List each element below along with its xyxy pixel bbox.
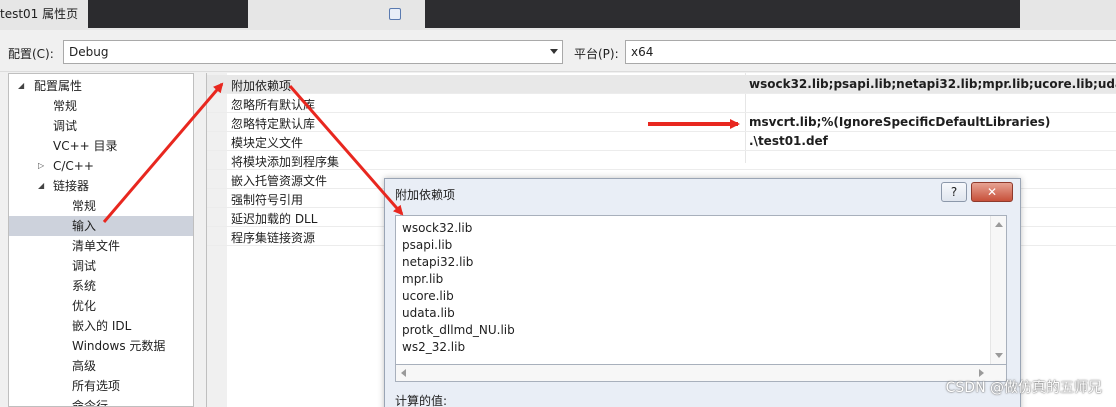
property-tree: ◢ 配置属性 常规 调试 VC++ 目录 ▷ C/C++ ◢ 链接器 常规 输入…	[8, 73, 194, 407]
expand-icon[interactable]: ◢	[18, 76, 24, 96]
platform-label: 平台(P):	[574, 47, 619, 61]
configuration-bar: 配置(C): Debug 平台(P): x64	[0, 30, 1116, 72]
tree-item-config-properties[interactable]: ◢ 配置属性	[9, 76, 193, 96]
tree-item-debugging[interactable]: 调试	[9, 116, 193, 136]
help-button[interactable]: ?	[941, 182, 967, 202]
tree-item-linker-general[interactable]: 常规	[9, 196, 193, 216]
config-dropdown[interactable]: Debug	[63, 40, 563, 64]
window-title: test01 属性页	[0, 7, 79, 21]
tree-item-windows-metadata[interactable]: Windows 元数据	[9, 336, 193, 356]
scroll-left-icon[interactable]	[401, 369, 406, 377]
tree-item-all-options[interactable]: 所有选项	[9, 376, 193, 396]
scroll-right-icon[interactable]	[979, 369, 984, 377]
tree-item-optimization[interactable]: 优化	[9, 296, 193, 316]
property-value[interactable]: msvcrt.lib;%(IgnoreSpecificDefaultLibrar…	[749, 115, 1050, 129]
background-window-strip-2	[425, 0, 1020, 28]
platform-dropdown-value: x64	[631, 45, 654, 59]
dialog-title: 附加依赖项	[395, 188, 456, 202]
property-value[interactable]: .\test01.def	[749, 134, 828, 148]
tree-item-linker-debugging[interactable]: 调试	[9, 256, 193, 276]
expand-icon[interactable]: ▷	[38, 156, 44, 176]
tree-item-linker[interactable]: ◢ 链接器	[9, 176, 193, 196]
config-label: 配置(C):	[8, 47, 54, 61]
property-row-ignore-specific-default-libs[interactable]: 忽略特定默认库 msvcrt.lib;%(IgnoreSpecificDefau…	[207, 113, 1116, 132]
additional-dependencies-dialog: 附加依赖项 ? ✕ wsock32.lib psapi.lib netapi32…	[384, 178, 1021, 407]
dependency-line: protk_dllmd_NU.lib	[402, 323, 515, 337]
tree-item-general[interactable]: 常规	[9, 96, 193, 116]
dependency-line: psapi.lib	[402, 238, 453, 252]
dependency-line: wsock32.lib	[402, 221, 473, 235]
collapse-icon[interactable]: ◢	[38, 176, 44, 196]
window-titlebar: test01 属性页	[0, 0, 1116, 30]
dependency-line: mpr.lib	[402, 272, 444, 286]
scroll-up-icon[interactable]	[995, 222, 1003, 227]
dependency-line: udata.lib	[402, 306, 455, 320]
property-row-ignore-all-default-libs[interactable]: 忽略所有默认库	[207, 94, 1116, 113]
close-button[interactable]: ✕	[971, 182, 1013, 202]
background-window-strip	[88, 0, 248, 28]
property-row-module-definition-file[interactable]: 模块定义文件 .\test01.def	[207, 132, 1116, 151]
horizontal-scrollbar[interactable]	[395, 365, 1007, 382]
tree-item-system[interactable]: 系统	[9, 276, 193, 296]
tree-item-embedded-idl[interactable]: 嵌入的 IDL	[9, 316, 193, 336]
tree-item-advanced[interactable]: 高级	[9, 356, 193, 376]
tree-item-command-line[interactable]: 命令行	[9, 396, 193, 406]
dependency-line: ws2_32.lib	[402, 340, 466, 354]
tree-item-manifest[interactable]: 清单文件	[9, 236, 193, 256]
dependencies-textbox[interactable]: wsock32.lib psapi.lib netapi32.lib mpr.l…	[395, 215, 1007, 365]
dependency-line: ucore.lib	[402, 289, 454, 303]
watermark: CSDN @做仿真的五师兄	[945, 380, 1102, 396]
property-value[interactable]: wsock32.lib;psapi.lib;netapi32.lib;mpr.l…	[749, 77, 1116, 91]
tree-item-linker-input[interactable]: 输入	[9, 216, 193, 236]
property-row-additional-dependencies[interactable]: 附加依赖项 wsock32.lib;psapi.lib;netapi32.lib…	[207, 75, 1116, 94]
platform-dropdown[interactable]: x64	[625, 40, 1116, 64]
tree-item-vc-directories[interactable]: VC++ 目录	[9, 136, 193, 156]
scroll-down-icon[interactable]	[995, 353, 1003, 358]
property-row-add-module-to-assembly[interactable]: 将模块添加到程序集	[207, 151, 1116, 170]
tree-item-cpp[interactable]: ▷ C/C++	[9, 156, 193, 176]
config-dropdown-value: Debug	[69, 45, 109, 59]
background-app-icon	[389, 8, 401, 20]
vertical-scrollbar[interactable]	[990, 216, 1006, 364]
chevron-down-icon	[550, 49, 558, 54]
dependency-line: netapi32.lib	[402, 255, 474, 269]
computed-value-label: 计算的值:	[395, 394, 448, 407]
